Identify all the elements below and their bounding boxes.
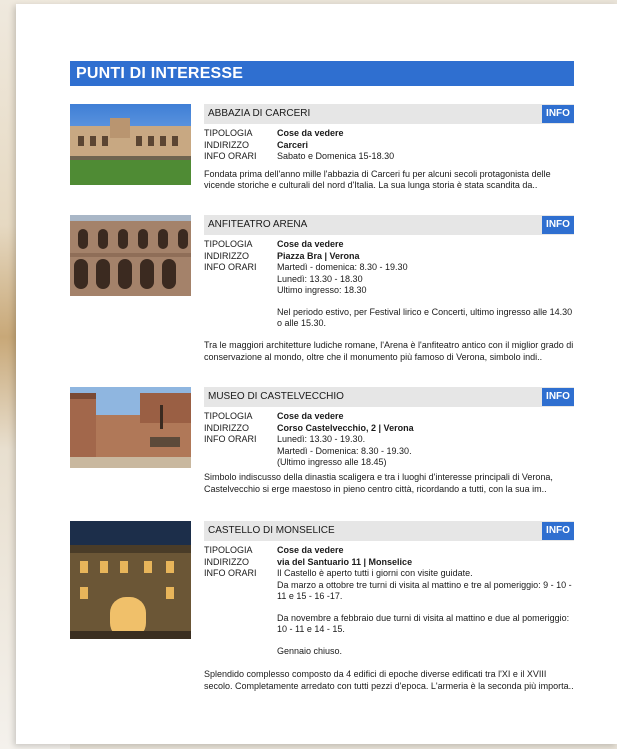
label-tipologia: TIPOLOGIA [204, 239, 253, 249]
poi-item-castelvecchio: MUSEO DI CASTELVECCHIO INFO TIPOLOGIA Cos… [70, 387, 574, 517]
poi-note-closed: Gennaio chiuso. [277, 645, 343, 656]
poi-note: Nel periodo estivo, per Festival lirico … [277, 306, 573, 329]
poi-title: MUSEO DI CASTELVECCHIO [208, 391, 344, 402]
section-header: PUNTI DI INTERESSE [70, 61, 574, 86]
label-indirizzo: INDIRIZZO [204, 250, 249, 261]
value-orari: Lunedì: 13.30 - 19.30. [277, 434, 366, 444]
poi-description: Tra le maggiori architetture ludiche rom… [204, 340, 574, 362]
value-tipologia: Cose da vedere [277, 128, 344, 138]
value-orari: Lunedì: 13.30 - 18.30 [277, 273, 363, 284]
label-tipologia: TIPOLOGIA [204, 545, 253, 555]
poi-title: ABBAZIA DI CARCERI [208, 108, 311, 119]
label-info-orari: INFO ORARI [204, 262, 257, 272]
poi-description: Splendido complesso composto da 4 edific… [204, 669, 574, 691]
poi-item-arena: ANFITEATRO ARENA INFO TIPOLOGIA Cose da v… [70, 215, 574, 375]
info-button[interactable]: INFO [542, 105, 574, 123]
value-orari: (Ultimo ingresso alle 18.45) [277, 457, 387, 467]
label-tipologia: TIPOLOGIA [204, 128, 253, 138]
label-indirizzo: INDIRIZZO [204, 556, 249, 567]
value-orari: Sabato e Domenica 15-18.30 [277, 151, 395, 161]
value-orari: Martedì - domenica: 8.30 - 19.30 [277, 262, 408, 272]
value-indirizzo: Piazza Bra | Verona [277, 250, 360, 261]
poi-title-bar: CASTELLO DI MONSELICE INFO [204, 521, 574, 541]
poi-description: Fondata prima dell'anno mille l'abbazia … [204, 168, 551, 191]
label-info-orari: INFO ORARI [204, 151, 257, 161]
value-tipologia: Cose da vedere [277, 239, 344, 249]
label-indirizzo: INDIRIZZO [204, 139, 249, 150]
poi-description: Simbolo indiscusso della dinastia scalig… [204, 472, 553, 494]
poi-title-bar: ANFITEATRO ARENA INFO [204, 215, 574, 235]
info-button[interactable]: INFO [542, 522, 574, 540]
value-tipologia: Cose da vedere [277, 411, 344, 421]
poi-note: Da novembre a febbraio due turni di visi… [277, 612, 570, 635]
label-tipologia: TIPOLOGIA [204, 411, 253, 421]
value-orari: Ultimo ingresso: 18.30 [277, 285, 367, 295]
abbazia-photo [70, 104, 191, 185]
poi-title: CASTELLO DI MONSELICE [208, 525, 335, 536]
poi-title-bar: MUSEO DI CASTELVECCHIO INFO [204, 387, 574, 407]
info-button[interactable]: INFO [542, 216, 574, 234]
poi-title-bar: ABBAZIA DI CARCERI INFO [204, 104, 574, 124]
value-indirizzo: via del Santuario 11 | Monselice [277, 556, 413, 567]
poi-title: ANFITEATRO ARENA [208, 219, 308, 230]
label-info-orari: INFO ORARI [204, 434, 257, 444]
value-orari: Da marzo a ottobre tre turni di visita a… [277, 579, 572, 602]
label-info-orari: INFO ORARI [204, 568, 257, 578]
value-indirizzo: Corso Castelvecchio, 2 | Verona [277, 422, 414, 433]
info-button[interactable]: INFO [542, 388, 574, 406]
poi-item-monselice: CASTELLO DI MONSELICE INFO TIPOLOGIA Cose… [70, 521, 574, 721]
value-indirizzo: Carceri [277, 139, 309, 150]
arena-photo [70, 215, 191, 296]
value-tipologia: Cose da vedere [277, 545, 344, 555]
castelvecchio-photo [70, 387, 191, 468]
poi-item-abbazia: ABBAZIA DI CARCERI INFO TIPOLOGIA Cose da… [70, 104, 574, 204]
value-orari: Il Castello è aperto tutti i giorni con … [277, 568, 473, 578]
monselice-photo [70, 521, 191, 639]
label-indirizzo: INDIRIZZO [204, 422, 249, 433]
value-orari: Martedì - Domenica: 8.30 - 19.30. [277, 445, 412, 456]
